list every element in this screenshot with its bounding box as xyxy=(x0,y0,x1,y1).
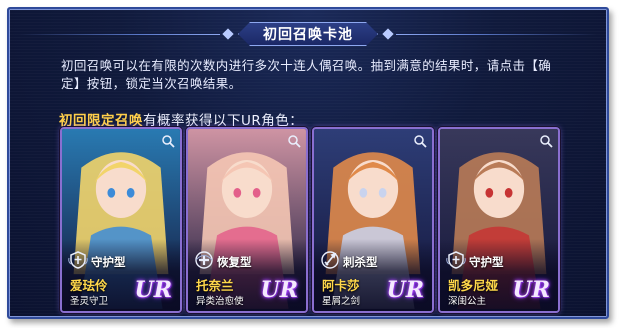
pool-description: 初回召唤可以在有限的次数内进行多次十连人偶召唤。抽到满意的结果时，请点击【确 定… xyxy=(61,57,599,93)
title-divider-right xyxy=(396,33,597,35)
character-card-list: 守护型 爱珐伶 圣灵守卫 UR 恢复型 托奈兰 异类治愈使 UR 刺杀型 阿卡莎… xyxy=(60,127,560,313)
character-title: 异类治愈使 xyxy=(196,296,244,307)
card-role: 守护型 xyxy=(68,251,126,272)
rarity-badge: UR xyxy=(134,277,172,303)
character-title: 星屑之剑 xyxy=(322,296,361,307)
character-name: 托奈兰 xyxy=(196,278,234,293)
role-label: 守护型 xyxy=(469,254,504,269)
character-name: 爱珐伶 xyxy=(70,278,108,293)
panel-title: 初回召唤卡池 xyxy=(238,22,378,46)
character-card[interactable]: 刺杀型 阿卡莎 星屑之剑 UR xyxy=(312,127,434,313)
role-label: 守护型 xyxy=(91,254,126,269)
shield-icon xyxy=(446,251,466,272)
description-line-1: 初回召唤可以在有限的次数内进行多次十连人偶召唤。抽到满意的结果时，请点击【确 xyxy=(61,58,552,73)
summon-pool-panel: 初回召唤卡池 初回召唤可以在有限的次数内进行多次十连人偶召唤。抽到满意的结果时，… xyxy=(7,7,609,319)
character-name: 阿卡莎 xyxy=(322,278,360,293)
rarity-badge: UR xyxy=(260,277,298,303)
heal-icon xyxy=(194,251,214,272)
magnifier-icon[interactable] xyxy=(287,134,301,148)
card-role: 恢复型 xyxy=(194,251,252,272)
description-line-2: 定】按钮，锁定当次召唤结果。 xyxy=(61,76,242,91)
role-label: 刺杀型 xyxy=(343,254,378,269)
card-role: 刺杀型 xyxy=(320,251,378,272)
dagger-icon xyxy=(320,251,340,272)
magnifier-icon[interactable] xyxy=(539,134,553,148)
character-title: 圣灵守卫 xyxy=(70,296,109,307)
character-card[interactable]: 恢复型 托奈兰 异类治愈使 UR xyxy=(186,127,308,313)
magnifier-icon[interactable] xyxy=(161,134,175,148)
shield-icon xyxy=(68,251,88,272)
title-bar: 初回召唤卡池 xyxy=(19,23,597,45)
title-divider-left xyxy=(19,33,220,35)
character-title: 深闺公主 xyxy=(448,296,487,307)
card-role: 守护型 xyxy=(446,251,504,272)
rarity-badge: UR xyxy=(386,277,424,303)
character-name: 凯多尼娅 xyxy=(448,278,499,293)
character-card[interactable]: 守护型 爱珐伶 圣灵守卫 UR xyxy=(60,127,182,313)
magnifier-icon[interactable] xyxy=(413,134,427,148)
featured-subtitle: 初回限定召唤有概率获得以下UR角色： xyxy=(59,109,303,129)
character-card[interactable]: 守护型 凯多尼娅 深闺公主 UR xyxy=(438,127,560,313)
diamond-ornament-right xyxy=(382,28,394,40)
rarity-badge: UR xyxy=(512,277,550,303)
diamond-ornament-left xyxy=(222,28,234,40)
role-label: 恢复型 xyxy=(217,254,252,269)
